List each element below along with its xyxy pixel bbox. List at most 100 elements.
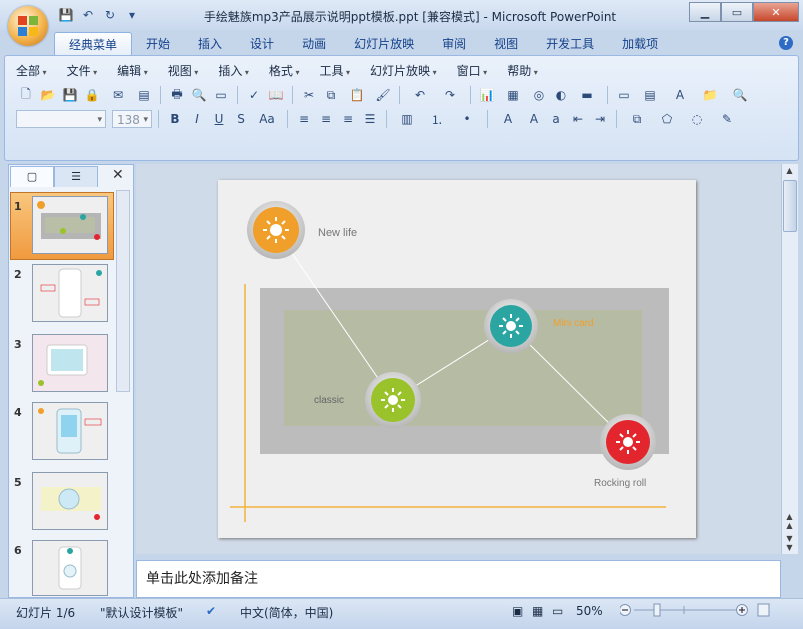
- new-slide-icon[interactable]: ▭: [614, 85, 634, 105]
- italic-icon[interactable]: I: [187, 109, 207, 129]
- layout-icon[interactable]: ▤: [636, 85, 664, 105]
- web-icon[interactable]: ◎: [529, 85, 549, 105]
- align-left-icon[interactable]: ≡: [294, 109, 314, 129]
- slideshow-view-icon[interactable]: ▭: [552, 604, 563, 618]
- save-icon[interactable]: 💾: [58, 7, 74, 23]
- slide-thumbnail[interactable]: [32, 402, 108, 460]
- grid-icon[interactable]: ▬: [573, 85, 601, 105]
- undo-icon[interactable]: ↶: [80, 7, 96, 23]
- cut-icon[interactable]: ✂: [299, 85, 319, 105]
- rocking-roll-circle[interactable]: [600, 414, 656, 470]
- align-center-icon[interactable]: ≡: [316, 109, 336, 129]
- open-folder-icon[interactable]: 📂: [38, 85, 58, 105]
- spelling-icon[interactable]: ✓: [244, 85, 264, 105]
- menu-window[interactable]: 窗口: [457, 62, 488, 80]
- tab-review[interactable]: 审阅: [428, 32, 480, 56]
- slide-thumbnail[interactable]: [32, 472, 108, 530]
- menu-file[interactable]: 文件: [67, 62, 98, 80]
- copy-icon[interactable]: ⧉: [321, 85, 341, 105]
- normal-view-icon[interactable]: ▣: [512, 604, 523, 618]
- scroll-thumb[interactable]: [783, 180, 797, 232]
- tab-insert[interactable]: 插入: [184, 32, 236, 56]
- main-vertical-scrollbar[interactable]: ▲ ▲ ▲ ▼ ▼: [781, 164, 798, 554]
- classic-circle[interactable]: [365, 372, 421, 428]
- justify-icon[interactable]: ☰: [360, 109, 380, 129]
- decrease-indent-icon[interactable]: ⇤: [568, 109, 588, 129]
- menu-view[interactable]: 视图: [168, 62, 199, 80]
- permission-icon[interactable]: 🔒: [82, 85, 102, 105]
- new-document-icon[interactable]: 🗋: [16, 85, 36, 105]
- menu-insert[interactable]: 插入: [218, 62, 249, 80]
- tab-animation[interactable]: 动画: [288, 32, 340, 56]
- tab-developer[interactable]: 开发工具: [532, 32, 608, 56]
- shadow-icon[interactable]: S: [231, 109, 251, 129]
- language-indicator[interactable]: 中文(简体，中国): [240, 604, 333, 621]
- grow-font-icon[interactable]: A: [524, 109, 544, 129]
- slides-panel-scrollbar[interactable]: [116, 190, 130, 392]
- office-button[interactable]: [8, 6, 48, 46]
- redo-icon[interactable]: ↷: [436, 85, 464, 105]
- print-icon[interactable]: 🖶: [167, 85, 187, 105]
- slide-thumbnail[interactable]: [32, 334, 108, 392]
- help-icon[interactable]: ?: [779, 36, 793, 50]
- underline-icon[interactable]: U: [209, 109, 229, 129]
- format-painter-icon[interactable]: 🖌: [373, 85, 393, 105]
- current-slide[interactable]: New life Mini card classic Rocking roll: [218, 180, 696, 538]
- save-icon[interactable]: 💾: [60, 85, 80, 105]
- research-icon[interactable]: 📖: [266, 85, 286, 105]
- outline-tab-icon[interactable]: ☰: [54, 166, 98, 187]
- menu-format[interactable]: 格式: [269, 62, 300, 80]
- close-panel-icon[interactable]: ✕: [112, 167, 124, 183]
- font-name-combo[interactable]: [16, 110, 106, 129]
- shapes-icon[interactable]: ⬠: [653, 109, 681, 129]
- zoom-icon[interactable]: 🔍: [726, 85, 754, 105]
- scroll-up-icon[interactable]: ▲: [783, 166, 796, 178]
- tab-design[interactable]: 设计: [236, 32, 288, 56]
- numbering-icon[interactable]: ⒈: [423, 109, 451, 129]
- slide-thumbnail[interactable]: [32, 264, 108, 322]
- menu-tools[interactable]: 工具: [319, 62, 350, 80]
- minimize-icon[interactable]: ▁: [689, 2, 721, 22]
- menu-all[interactable]: 全部: [16, 62, 47, 80]
- slide-thumbnail[interactable]: [32, 196, 108, 254]
- bold-icon[interactable]: B: [165, 109, 185, 129]
- align-right-icon[interactable]: ≡: [338, 109, 358, 129]
- slide-thumbnail[interactable]: [32, 540, 108, 596]
- next-slide-icon[interactable]: ▼ ▼: [783, 534, 796, 552]
- email-icon[interactable]: ✉: [104, 85, 132, 105]
- prev-slide-icon[interactable]: ▲ ▲: [783, 512, 796, 530]
- color-grayscale-icon[interactable]: ◐: [551, 85, 571, 105]
- tab-home[interactable]: 开始: [132, 32, 184, 56]
- shrink-font-icon[interactable]: a: [546, 109, 566, 129]
- shape-outline-icon[interactable]: ✎: [713, 109, 741, 129]
- folder-icon[interactable]: 📁: [696, 85, 724, 105]
- menu-slideshow[interactable]: 幻灯片放映: [370, 62, 437, 80]
- textbox-icon[interactable]: A: [666, 85, 694, 105]
- shape-fill-icon[interactable]: ◌: [683, 109, 711, 129]
- frame-icon[interactable]: ▭: [211, 85, 231, 105]
- tab-slideshow[interactable]: 幻灯片放映: [340, 32, 428, 56]
- tab-classic-menu[interactable]: 经典菜单: [54, 32, 133, 57]
- mini-card-circle[interactable]: [484, 299, 538, 353]
- paste-icon[interactable]: 📋: [343, 85, 371, 105]
- redo-icon[interactable]: ↻: [102, 7, 118, 23]
- tab-view[interactable]: 视图: [480, 32, 532, 56]
- notes-placeholder[interactable]: 单击此处添加备注: [146, 568, 258, 588]
- undo-icon[interactable]: ↶: [406, 85, 434, 105]
- table-icon[interactable]: ▦: [499, 85, 527, 105]
- arrange-icon[interactable]: ⧉: [623, 109, 651, 129]
- slides-tab-icon[interactable]: ▢: [10, 166, 54, 187]
- print-preview-icon[interactable]: 🔍: [189, 85, 209, 105]
- spell-check-icon[interactable]: ✔: [206, 604, 216, 618]
- zoom-slider[interactable]: [620, 603, 770, 617]
- slide-sorter-icon[interactable]: ▦: [532, 604, 543, 618]
- tab-addins[interactable]: 加载项: [608, 32, 672, 56]
- font-size-combo[interactable]: 138: [112, 110, 152, 129]
- menu-help[interactable]: 帮助: [507, 62, 538, 80]
- publish-icon[interactable]: ▤: [134, 85, 154, 105]
- chart-icon[interactable]: 📊: [477, 85, 497, 105]
- bullets-icon[interactable]: •: [453, 109, 481, 129]
- increase-indent-icon[interactable]: ⇥: [590, 109, 610, 129]
- change-case-icon[interactable]: Aa: [253, 109, 281, 129]
- maximize-icon[interactable]: ▭: [721, 2, 753, 22]
